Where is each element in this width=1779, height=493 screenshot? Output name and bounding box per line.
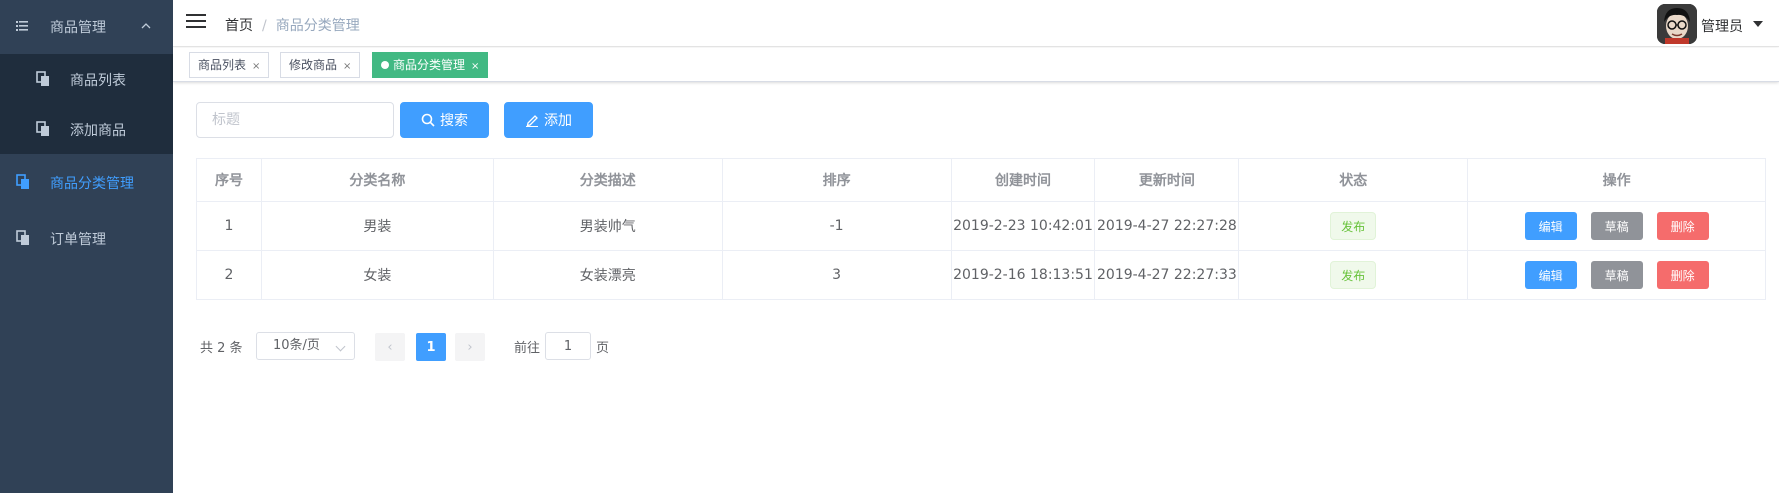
menu-group-label: 商品管理: [50, 20, 106, 36]
cell-updated: 2019-4-27 22:27:33: [1095, 251, 1240, 299]
table-header-cell: 操作: [1468, 159, 1767, 201]
sidebar-item-goods-list[interactable]: 商品列表: [0, 54, 173, 104]
status-badge: 发布: [1330, 261, 1377, 289]
search-button-label: 搜索: [440, 113, 468, 129]
breadcrumb-home[interactable]: 首页: [225, 18, 253, 34]
sidebar-item-label: 订单管理: [50, 232, 106, 248]
cell-name: 女装: [262, 251, 494, 299]
menu-group-goods[interactable]: 商品管理: [0, 0, 173, 54]
edit-button[interactable]: 编辑: [1524, 261, 1577, 289]
category-table: 序号 分类名称 分类描述 排序 创建时间 更新时间 状态 操作 1 男装 男装帅…: [196, 158, 1767, 300]
cell-sort: 3: [723, 251, 952, 299]
search-icon: [421, 113, 435, 127]
cell-updated: 2019-4-27 22:27:28: [1095, 202, 1240, 250]
tag-label: 商品列表: [198, 58, 247, 72]
cell-index: 1: [197, 202, 262, 250]
table-header-cell: 更新时间: [1095, 159, 1240, 201]
document-copy-icon: [36, 71, 49, 86]
tag-label: 修改商品: [289, 58, 338, 72]
table-header-cell: 分类名称: [262, 159, 494, 201]
close-icon[interactable]: ×: [252, 61, 260, 72]
goto-page-input[interactable]: [545, 332, 591, 360]
sidebar-item-label: 商品分类管理: [50, 176, 134, 192]
cell-name: 男装: [262, 202, 494, 250]
page-size-value: 10条/页: [273, 338, 320, 353]
app-root: 商品管理 商品列表 添加商品 商品分类管理 订单管理 首页 / 商品分类管理 管…: [0, 0, 1779, 493]
goto-label: 前往: [514, 341, 541, 356]
table-header-cell: 序号: [197, 159, 262, 201]
user-name[interactable]: 管理员: [1701, 16, 1743, 36]
cell-desc: 男装帅气: [494, 202, 723, 250]
delete-button[interactable]: 删除: [1656, 212, 1709, 240]
draft-button[interactable]: 草稿: [1590, 212, 1643, 240]
cell-desc: 女装漂亮: [494, 251, 723, 299]
chevron-down-icon: [335, 341, 346, 352]
document-copy-icon: [16, 174, 29, 189]
tag-goods-list[interactable]: 商品列表 ×: [189, 52, 270, 78]
add-button-label: 添加: [544, 113, 572, 129]
list-icon: [16, 21, 28, 31]
breadcrumb: 首页 / 商品分类管理: [225, 15, 360, 35]
tag-label: 商品分类管理: [393, 58, 466, 72]
active-dot-icon: [381, 61, 389, 69]
pagination-total: 共 2 条: [200, 341, 243, 356]
tag-category-manage[interactable]: 商品分类管理 ×: [372, 52, 489, 78]
cell-created: 2019-2-16 18:13:51: [952, 251, 1096, 299]
table-header-cell: 状态: [1239, 159, 1469, 201]
breadcrumb-current: 商品分类管理: [275, 18, 360, 34]
table-row: 2 女装 女装漂亮 3 2019-2-16 18:13:51 2019-4-27…: [197, 251, 1767, 300]
tags-view: 商品列表 × 修改商品 × 商品分类管理 ×: [173, 48, 1779, 82]
sidebar-item-orders[interactable]: 订单管理: [0, 210, 173, 266]
page-number-button[interactable]: 1: [416, 333, 446, 361]
sidebar-item-label: 添加商品: [70, 123, 126, 139]
page-size-select[interactable]: 10条/页: [256, 332, 355, 360]
sidebar-item-add-goods[interactable]: 添加商品: [0, 104, 173, 154]
table-header-row: 序号 分类名称 分类描述 排序 创建时间 更新时间 状态 操作: [197, 159, 1767, 202]
cell-actions: 编辑 草稿 删除: [1468, 202, 1767, 250]
cell-sort: -1: [723, 202, 952, 250]
add-button[interactable]: 添加: [504, 102, 593, 138]
avatar[interactable]: [1657, 4, 1697, 44]
table-header-cell: 创建时间: [952, 159, 1096, 201]
search-button[interactable]: 搜索: [400, 102, 489, 138]
avatar-image: [1657, 4, 1697, 44]
cell-status: 发布: [1239, 202, 1469, 250]
next-page-button[interactable]: ›: [455, 333, 485, 361]
page-suffix-label: 页: [596, 341, 610, 356]
delete-button[interactable]: 删除: [1656, 261, 1709, 289]
sidebar-item-category[interactable]: 商品分类管理: [0, 154, 173, 210]
prev-page-button[interactable]: ‹: [375, 333, 405, 361]
draft-button[interactable]: 草稿: [1590, 261, 1643, 289]
cell-created: 2019-2-23 10:42:01: [952, 202, 1096, 250]
edit-pen-icon: [526, 115, 538, 127]
table-header-cell: 分类描述: [494, 159, 723, 201]
document-copy-icon: [36, 121, 49, 136]
hamburger-icon[interactable]: [186, 13, 206, 29]
cell-index: 2: [197, 251, 262, 299]
edit-button[interactable]: 编辑: [1524, 212, 1577, 240]
cell-actions: 编辑 草稿 删除: [1468, 251, 1767, 299]
document-copy-icon: [16, 230, 29, 245]
caret-down-icon[interactable]: [1753, 21, 1763, 27]
cell-status: 发布: [1239, 251, 1469, 299]
submenu-goods: 商品列表 添加商品: [0, 54, 173, 154]
title-search-input[interactable]: [196, 102, 394, 138]
table-row: 1 男装 男装帅气 -1 2019-2-23 10:42:01 2019-4-2…: [197, 202, 1767, 251]
close-icon[interactable]: ×: [343, 61, 351, 72]
chevron-up-icon: [141, 23, 151, 29]
sidebar-item-label: 商品列表: [70, 73, 126, 89]
status-badge: 发布: [1330, 212, 1377, 240]
tag-edit-goods[interactable]: 修改商品 ×: [280, 52, 361, 78]
table-header-cell: 排序: [723, 159, 952, 201]
close-icon[interactable]: ×: [471, 61, 479, 72]
navbar: 首页 / 商品分类管理 管理员: [173, 0, 1779, 47]
breadcrumb-separator: /: [262, 18, 267, 34]
sidebar: 商品管理 商品列表 添加商品 商品分类管理 订单管理: [0, 0, 173, 493]
